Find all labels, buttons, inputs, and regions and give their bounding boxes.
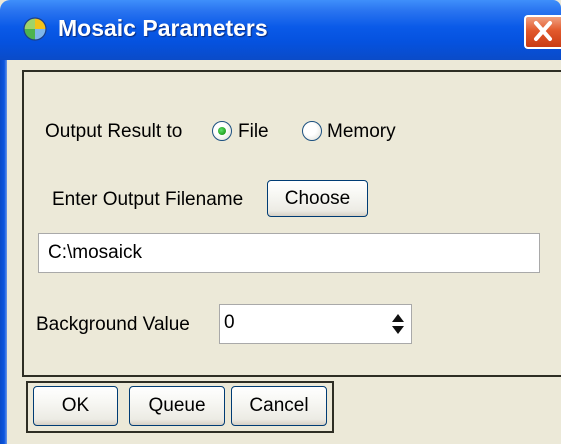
window-title: Mosaic Parameters bbox=[58, 15, 268, 41]
output-file-radio[interactable] bbox=[212, 121, 232, 141]
spinner-arrows-icon[interactable] bbox=[391, 311, 405, 337]
output-filename-input[interactable]: C:\mosaick bbox=[38, 233, 540, 273]
background-value-text[interactable]: 0 bbox=[224, 311, 235, 335]
close-button[interactable] bbox=[524, 15, 561, 49]
title-bar[interactable]: Mosaic Parameters bbox=[0, 0, 561, 60]
output-memory-radio[interactable] bbox=[302, 121, 322, 141]
output-result-label: Output Result to bbox=[45, 121, 183, 142]
output-file-label[interactable]: File bbox=[238, 120, 269, 144]
background-value-spinner[interactable]: 0 bbox=[219, 304, 412, 344]
cancel-button[interactable]: Cancel bbox=[231, 386, 327, 426]
ok-button[interactable]: OK bbox=[33, 386, 118, 426]
window-frame-left bbox=[0, 60, 7, 444]
app-globe-icon bbox=[23, 17, 47, 41]
radio-selected-dot bbox=[218, 127, 226, 135]
background-value-label: Background Value bbox=[36, 314, 190, 335]
dialog-window: Mosaic Parameters Output Result to File … bbox=[0, 0, 561, 444]
output-memory-label[interactable]: Memory bbox=[327, 120, 396, 144]
close-icon bbox=[534, 21, 552, 41]
queue-button[interactable]: Queue bbox=[129, 386, 225, 426]
output-filename-label: Enter Output Filename bbox=[52, 189, 244, 210]
choose-button[interactable]: Choose bbox=[267, 180, 368, 217]
